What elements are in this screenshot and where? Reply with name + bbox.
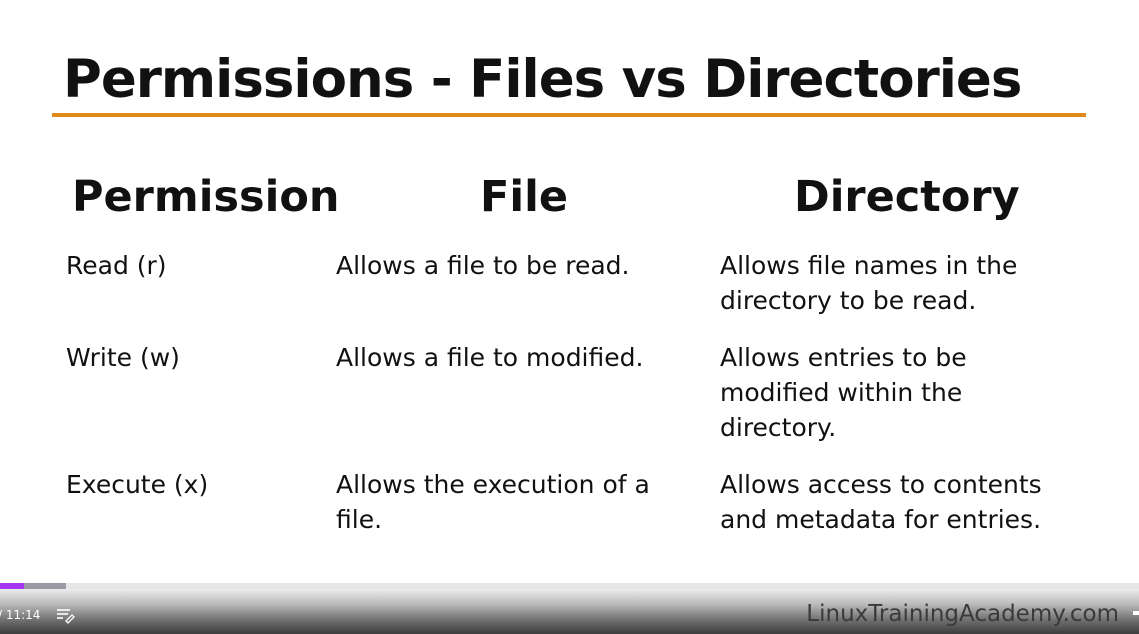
slide: Permissions - Files vs Directories Permi… bbox=[0, 0, 1139, 580]
column-header-permission: Permission bbox=[72, 172, 340, 222]
title-underline bbox=[52, 113, 1086, 117]
transcript-icon bbox=[57, 609, 75, 624]
watermark: LinuxTrainingAcademy.com bbox=[806, 601, 1119, 627]
transcript-button[interactable] bbox=[55, 606, 75, 624]
column-header-directory: Directory bbox=[794, 172, 1020, 222]
row-execute-file: Allows the execution of a file. bbox=[336, 470, 650, 534]
row-write-directory: Allows entries to be modified within the… bbox=[720, 343, 967, 442]
row-write-permission: Write (w) bbox=[66, 343, 180, 372]
time-display: / 11:14 bbox=[0, 608, 41, 622]
video-controls-bar: / 11:14 LinuxTrainingAcademy.com bbox=[0, 589, 1139, 634]
row-read-permission: Read (r) bbox=[66, 251, 167, 280]
row-write-file: Allows a file to modified. bbox=[336, 343, 644, 372]
row-read-directory: Allows file names in the directory to be… bbox=[720, 251, 1018, 315]
row-execute-directory: Allows access to contents and metadata f… bbox=[720, 470, 1042, 534]
row-read-file: Allows a file to be read. bbox=[336, 251, 630, 280]
fullscreen-icon[interactable] bbox=[1133, 611, 1139, 615]
row-execute-permission: Execute (x) bbox=[66, 470, 209, 499]
column-header-file: File bbox=[480, 172, 569, 222]
slide-title: Permissions - Files vs Directories bbox=[63, 49, 1022, 110]
